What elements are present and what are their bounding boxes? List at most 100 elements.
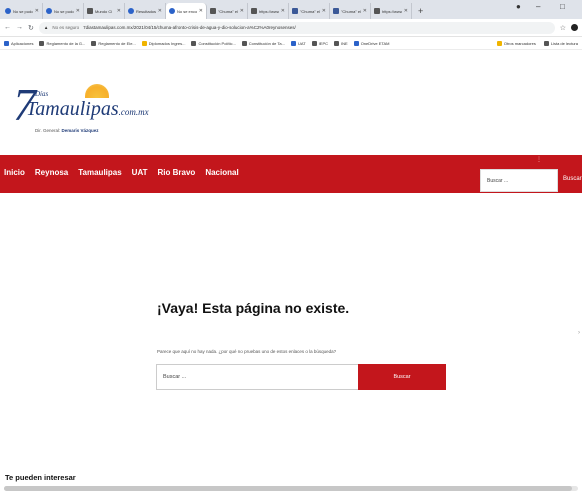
page-title: ¡Vaya! Esta página no existe. [157,300,350,316]
nav-item-reynosa[interactable]: Reynosa [35,168,68,177]
bookmark-label: Constitución de Ta... [248,41,285,46]
tab-title: "Chuma" el [218,8,238,14]
maximize-icon[interactable]: □ [560,2,565,11]
bookmark[interactable]: Constitución Polític... [191,41,236,46]
site-logo[interactable]: 7 Días Tamaulipas.com.mx Dir. General: D… [13,82,149,152]
bookmark-label: OneDrive ETAM [360,41,390,46]
tab-title: Mundo Cl [95,8,113,14]
tab[interactable]: Mundo Cl ✕ [84,3,125,19]
close-tab-icon[interactable]: ✕ [281,8,285,14]
nav-menu-icon[interactable]: ⋮ [536,156,542,163]
logo-dias: Días [35,90,49,98]
bookmark[interactable]: OneDrive ETAM [353,41,390,46]
horizontal-scrollbar-thumb[interactable] [4,486,572,491]
bookmarks-right: Otros marcadores Lista de lectura [496,41,578,46]
tab[interactable]: "Chuma" el ✕ [330,3,371,19]
error-description: Parece que aquí no hay nada. ¿por qué no… [157,349,337,354]
page-icon [241,41,247,46]
nav-item-uat[interactable]: UAT [132,168,148,177]
bookmark-apps[interactable]: Aplicaciones [4,41,33,46]
tab-title: Resultados [136,8,156,14]
close-tab-icon[interactable]: ✕ [35,8,39,14]
tab-title: https://www [259,8,279,14]
star-icon[interactable]: ☆ [560,24,566,32]
bookmark[interactable]: Reglamento de la G... [39,41,85,46]
avatar[interactable] [571,24,578,31]
nav-item-nacional[interactable]: Nacional [205,168,238,177]
page-icon [141,41,147,46]
close-tab-icon[interactable]: ✕ [199,8,203,14]
bookmark-label: UAT [297,41,306,46]
director-name: Demaris Vázquez [61,128,99,133]
bookmark-label: Lista de lectura [550,41,578,46]
reload-icon[interactable]: ↻ [28,24,34,32]
nav-item-tamaulipas[interactable]: Tamaulipas [78,168,121,177]
tab-title: https://www [382,8,402,14]
apps-icon [4,41,9,46]
tab-strip: No se pudo ✕ No se pudo ✕ Mundo Cl ✕ Result… [0,0,582,19]
close-tab-icon[interactable]: ✕ [322,8,326,14]
bookmark-label: IEPC [318,41,329,46]
logo-domain: .com.mx [118,107,149,117]
logo-name-text: Tamaulipas [26,98,119,120]
director-prefix: Dir. General: [35,128,61,133]
globe-icon [5,8,11,14]
tab[interactable]: "Chuma" el ✕ [289,3,330,19]
close-tab-icon[interactable]: ✕ [76,8,80,14]
close-tab-icon[interactable]: ✕ [240,8,244,14]
reading-list[interactable]: Lista de lectura [543,41,578,46]
tab[interactable]: No se pudo ✕ [43,3,84,19]
tab[interactable]: https://www ✕ [371,3,412,19]
nav-item-rio-bravo[interactable]: Rio Bravo [158,168,196,177]
tab[interactable]: https://www ✕ [248,3,289,19]
folder-icon [496,41,502,46]
bookmark[interactable]: INE [334,41,348,46]
related-heading: Te pueden interesar [5,473,76,482]
close-tab-icon[interactable]: ✕ [363,8,367,14]
bookmark-label: Diplomados Ingres... [148,41,186,46]
other-bookmarks[interactable]: Otros marcadores [496,41,536,46]
tab[interactable]: No se pudo ✕ [2,3,43,19]
bookmark-label: Reglamento de la G... [46,41,86,46]
bookmark[interactable]: Diplomados Ingres... [141,41,186,46]
page-icon [39,41,45,46]
tab-active[interactable]: No se enco ✕ [166,3,207,19]
tab[interactable]: Resultados ✕ [125,3,166,19]
browser-window: No se pudo ✕ No se pudo ✕ Mundo Cl ✕ Result… [0,0,582,493]
new-tab-button[interactable]: + [412,3,429,19]
search-input[interactable]: Buscar ... [156,364,358,390]
tab-title: "Chuma" el [341,8,361,14]
tab-title: No se pudo [54,8,74,14]
minimize-icon[interactable]: – [536,2,540,11]
page-icon [374,8,380,14]
bookmark[interactable]: IEPC [311,41,329,46]
back-icon[interactable]: ← [4,24,11,31]
url-input[interactable]: ▲ No es seguro 7diastamaulipas.com.mx/20… [38,21,555,34]
logo-name: Tamaulipas.com.mx [26,98,149,121]
tab[interactable]: "Chuma" el ✕ [207,3,248,19]
close-tab-icon[interactable]: ✕ [117,8,121,14]
tab-search-icon[interactable]: ● [516,2,521,11]
search-button[interactable]: Buscar [358,364,446,390]
page-icon [191,41,197,46]
bookmark[interactable]: UAT [290,41,306,46]
nav-search-input[interactable]: Buscar ... [480,169,558,192]
page-icon [311,41,317,46]
page-icon [334,41,340,46]
close-tab-icon[interactable]: ✕ [158,8,162,14]
bookmark-label: INE [341,41,348,46]
close-tab-icon[interactable]: ✕ [404,8,408,14]
bookmark[interactable]: Constitución de Ta... [241,41,285,46]
nav-search-button[interactable]: Buscar [563,176,582,182]
nav-item-inicio[interactable]: Inicio [4,168,25,177]
url-text: 7diastamaulipas.com.mx/2021/04/15/chuma-… [83,25,296,30]
page-icon [292,8,298,14]
forward-icon[interactable]: → [16,24,23,31]
sun-icon [85,84,109,98]
warning-icon: ▲ [43,25,49,30]
globe-icon [169,8,175,14]
bookmarks-bar: Aplicaciones Reglamento de la G... Regla… [0,38,582,50]
bookmark[interactable]: Reglamento de Ele... [91,41,136,46]
page-icon [290,41,296,46]
bookmark-label: Otros marcadores [503,41,536,46]
